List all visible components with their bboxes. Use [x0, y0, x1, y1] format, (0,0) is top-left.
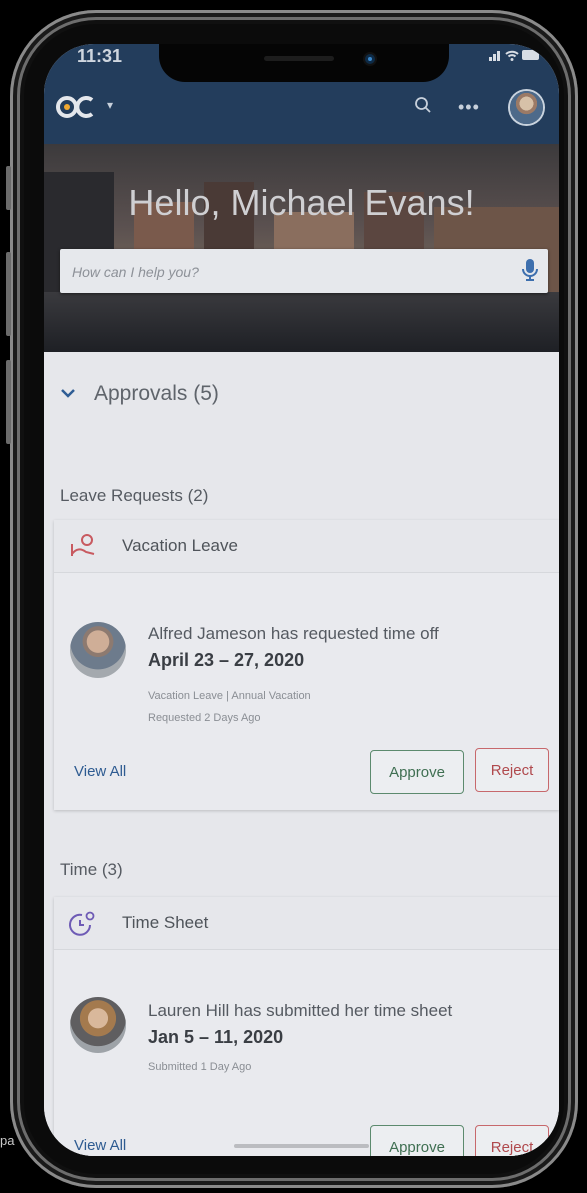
- front-camera: [365, 54, 375, 64]
- view-all-link[interactable]: View All: [74, 763, 126, 780]
- logo-dropdown-caret[interactable]: ▾: [107, 98, 113, 112]
- requester-avatar: [70, 622, 126, 678]
- card-header: Vacation Leave: [54, 520, 559, 573]
- assistant-search-input[interactable]: [70, 257, 494, 287]
- submitter-avatar: [70, 997, 126, 1053]
- phone-screen: 11:31 ▾ ••• Hello, Michael Evans! How ca…: [44, 44, 559, 1156]
- card-header: Time Sheet: [54, 897, 559, 950]
- user-avatar[interactable]: [510, 91, 543, 124]
- approvals-label: Approvals (5): [94, 382, 219, 405]
- ac-logo-icon: [56, 96, 94, 118]
- reject-button[interactable]: Reject: [475, 748, 549, 792]
- search-icon: [415, 97, 431, 113]
- view-all-link[interactable]: View All: [74, 1137, 126, 1154]
- speaker-grille: [264, 56, 334, 61]
- approve-button[interactable]: Approve: [370, 750, 464, 794]
- notch: [159, 44, 449, 82]
- assistant-search-bar[interactable]: [60, 249, 548, 293]
- edge-text-fragment: pa: [0, 1133, 15, 1148]
- vacation-icon: [68, 532, 98, 565]
- leave-requests-title: Leave Requests (2): [60, 486, 209, 505]
- request-text: Lauren Hill has submitted her time sheet: [148, 1001, 453, 1020]
- card-title: Time Sheet: [122, 913, 209, 932]
- time-section-title: Time (3): [60, 860, 123, 879]
- more-options-button[interactable]: •••: [458, 97, 480, 118]
- status-icons: [489, 48, 541, 65]
- request-meta: Vacation Leave | Annual Vacation: [148, 690, 311, 702]
- home-indicator[interactable]: [234, 1144, 369, 1148]
- approve-button[interactable]: Approve: [370, 1125, 464, 1156]
- volume-up-button: [6, 252, 11, 336]
- card-title: Vacation Leave: [122, 536, 238, 555]
- time-sheet-card: Time Sheet Lauren Hill has submitted her…: [54, 897, 559, 1156]
- request-dates: Jan 5 – 11, 2020: [148, 1027, 284, 1047]
- mute-switch: [6, 166, 11, 210]
- leave-request-card: Vacation Leave Alfred Jameson has reques…: [54, 520, 559, 810]
- reject-button[interactable]: Reject: [475, 1125, 549, 1156]
- main-content: Approvals (5) Leave Requests (2) Vacatio…: [44, 352, 559, 1156]
- time-sheet-icon: [68, 909, 98, 942]
- greeting-heading: Hello, Michael Evans!: [128, 182, 475, 223]
- volume-down-button: [6, 360, 11, 444]
- request-age: Requested 2 Days Ago: [148, 712, 261, 724]
- more-dots-icon: •••: [458, 97, 480, 117]
- chevron-down-icon: [60, 385, 76, 403]
- status-time: 11:31: [77, 46, 123, 66]
- signal-wifi-battery-icon: [489, 50, 539, 61]
- header-search-button[interactable]: [414, 96, 432, 119]
- hero-banner: Hello, Michael Evans!: [44, 144, 559, 352]
- request-dates: April 23 – 27, 2020: [148, 650, 305, 670]
- microphone-icon[interactable]: [522, 258, 538, 282]
- app-logo[interactable]: [56, 94, 96, 120]
- request-age: Submitted 1 Day Ago: [148, 1061, 252, 1073]
- approvals-toggle[interactable]: Approvals (5): [60, 382, 219, 406]
- request-text: Alfred Jameson has requested time off: [148, 624, 439, 643]
